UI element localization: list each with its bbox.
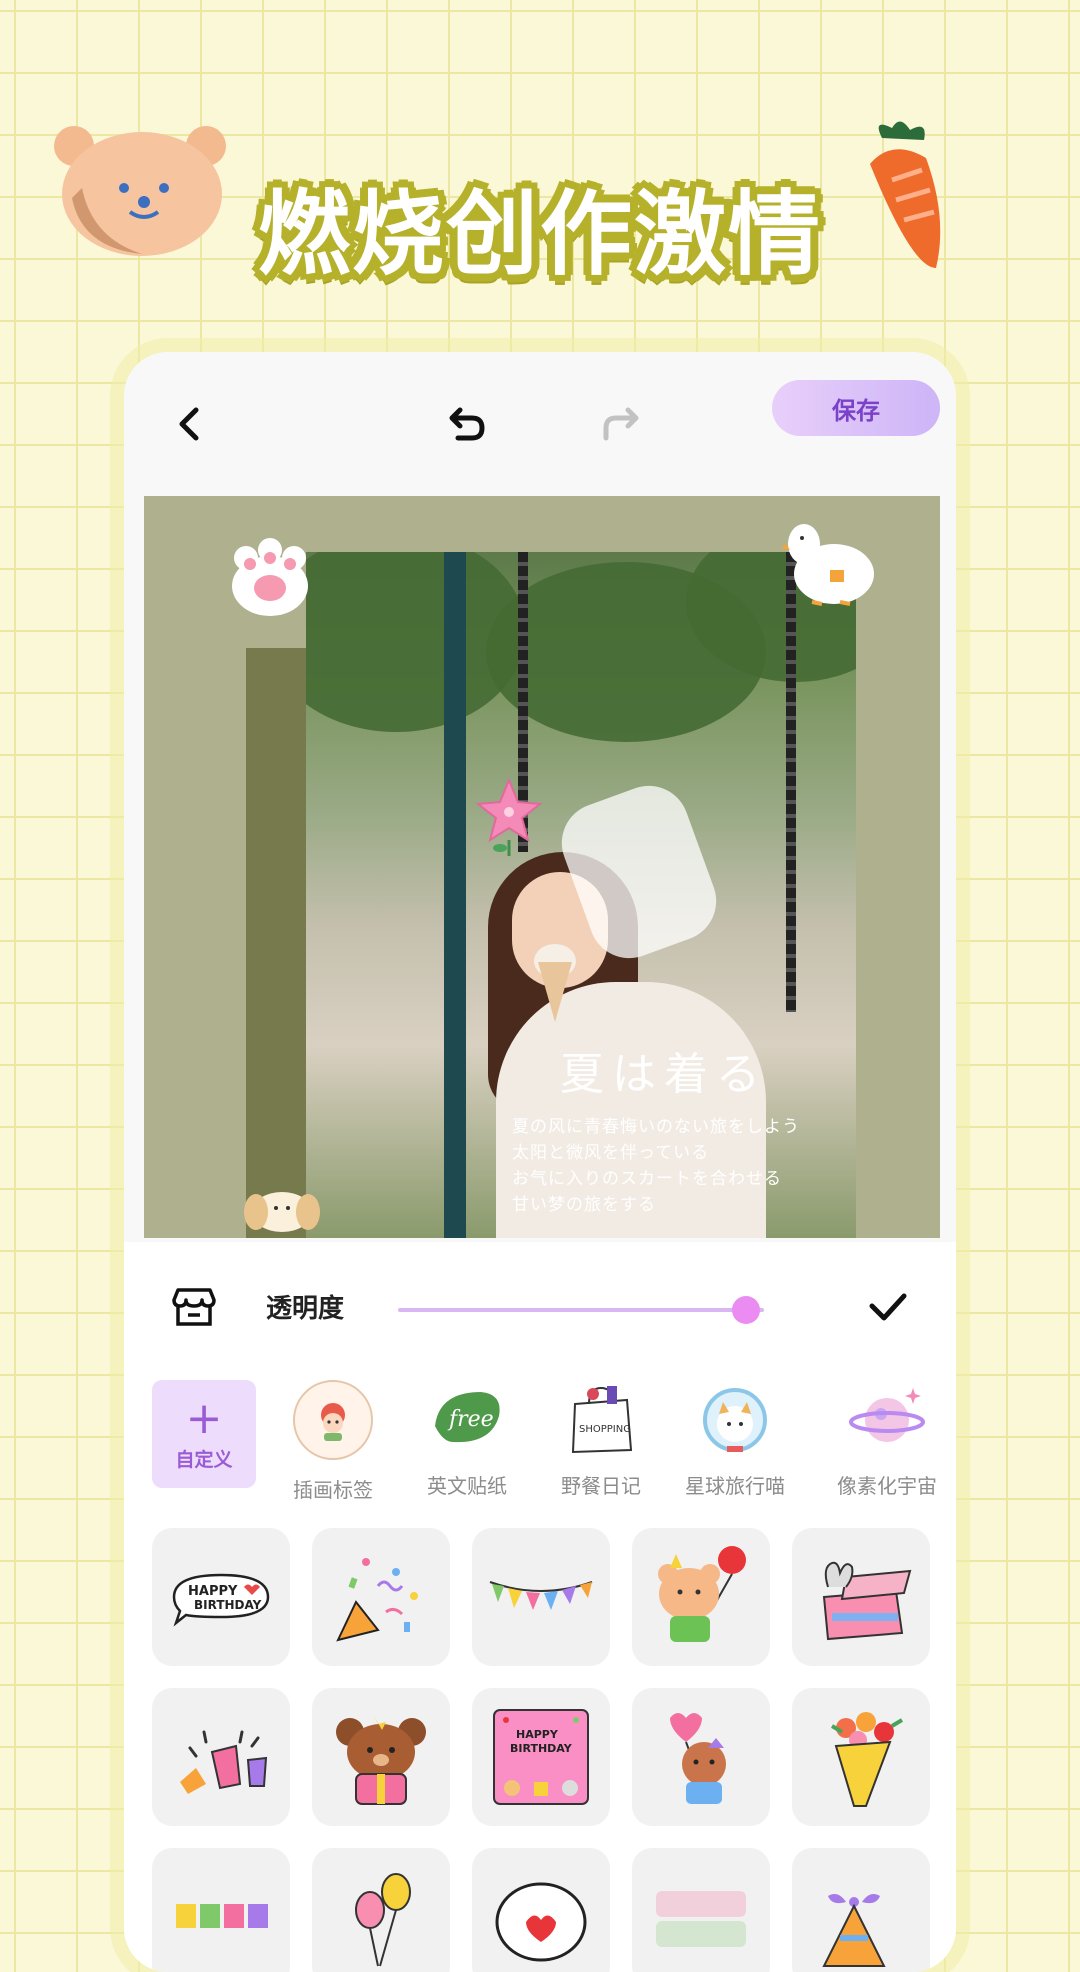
svg-text:HAPPY: HAPPY <box>188 1584 238 1599</box>
photo-layer[interactable]: 夏は着る 夏の风に青春悔いのない旅をしよう 太阳と微风を伴っている お气に入りの… <box>306 552 856 1238</box>
category-label: 像素化宇宙 <box>837 1474 937 1498</box>
svg-text:SHOPPING: SHOPPING <box>579 1424 631 1435</box>
redo-button[interactable] <box>590 392 654 456</box>
category-label: 星球旅行喵 <box>685 1474 785 1498</box>
swing-chain <box>786 552 796 1012</box>
plus-icon: + <box>185 1392 223 1444</box>
duck-icon[interactable] <box>782 518 878 610</box>
category-label: 英文贴纸 <box>427 1474 507 1498</box>
category-label: 野餐日记 <box>561 1474 641 1498</box>
sticker-panel: 透明度 + 自定义 插画标签 free 英文贴纸 SHOPPING 野餐日记 星… <box>124 1242 956 1972</box>
svg-text:BIRTHDAY: BIRTHDAY <box>510 1742 573 1755</box>
promo-banner-title: 燃烧创作激情 <box>257 181 822 288</box>
shopping-bag-icon: SHOPPING <box>563 1380 639 1456</box>
sticker-item[interactable] <box>152 1688 290 1826</box>
sticker-shop-icon[interactable] <box>170 1282 218 1330</box>
confetti-icon <box>336 1558 418 1642</box>
swing-pole <box>444 552 466 1238</box>
poster-text-line[interactable]: 夏の风に青春悔いのない旅をしよう <box>512 1112 800 1137</box>
undo-icon <box>449 407 485 441</box>
poster-text-line[interactable]: 甘い梦の旅をする <box>512 1190 656 1215</box>
dog-heart-balloon-icon <box>670 1713 726 1804</box>
sticker-item[interactable] <box>792 1528 930 1666</box>
sticker-item[interactable] <box>472 1528 610 1666</box>
chevron-left-icon <box>179 407 199 441</box>
check-icon[interactable] <box>864 1282 912 1330</box>
editor-canvas: 夏は着る 夏の风に青春悔いのない旅をしよう 太阳と微风を伴っている お气に入りの… <box>124 482 956 1242</box>
phone-mockup: 保存 夏は着る 夏の风に青春悔いのない旅をしよう 太阳と微风を伴っている お气に… <box>124 352 956 1972</box>
sticker-item[interactable]: HAPPY BIRTHDAY <box>152 1528 290 1666</box>
sticker-item[interactable] <box>472 1848 610 1972</box>
poster-title-text[interactable]: 夏は着る <box>560 1038 768 1102</box>
sticker-item[interactable] <box>152 1848 290 1972</box>
undo-button[interactable] <box>434 392 498 456</box>
back-button[interactable] <box>158 392 222 456</box>
astronaut-cat-icon <box>697 1380 773 1456</box>
sticker-item[interactable] <box>632 1528 770 1666</box>
sticker-item[interactable] <box>632 1848 770 1972</box>
sticker-item[interactable] <box>312 1688 450 1826</box>
custom-category-label: 自定义 <box>175 1448 233 1471</box>
birthday-text-icon <box>176 1904 268 1928</box>
save-button[interactable]: 保存 <box>772 380 940 436</box>
poster-text-line[interactable]: 太阳と微风を伴っている <box>512 1138 709 1163</box>
category-tab[interactable]: 星球旅行喵 <box>670 1380 800 1499</box>
happy-birthday-bubble-icon: HAPPYBIRTHDAY <box>172 1573 270 1627</box>
category-tab[interactable]: 插画标签 <box>268 1380 398 1503</box>
editor-toolbar: 保存 <box>124 352 956 482</box>
balloons-icon <box>355 1873 411 1967</box>
heart-speech-icon <box>495 1882 587 1962</box>
bunny-gift-box-icon <box>822 1561 912 1641</box>
illustration-tag-icon <box>293 1380 373 1460</box>
category-tab[interactable]: SHOPPING 野餐日记 <box>536 1380 666 1499</box>
sticker-item[interactable]: HAPPY BIRTHDAY <box>472 1688 610 1826</box>
category-label: 插画标签 <box>293 1478 373 1502</box>
opacity-label: 透明度 <box>266 1294 345 1324</box>
free-leaf-icon: free <box>429 1380 505 1456</box>
bunny-icon[interactable] <box>244 1176 320 1232</box>
redo-icon <box>603 407 639 441</box>
party-hat-icon <box>822 1894 886 1967</box>
poster-text-line[interactable]: お气に入りのスカートを合わせる <box>512 1164 782 1189</box>
category-tab[interactable]: 像素化宇宙 <box>822 1380 952 1499</box>
bunting-icon <box>489 1581 593 1610</box>
sticker-item[interactable] <box>312 1848 450 1972</box>
custom-category-button[interactable]: + 自定义 <box>152 1380 256 1488</box>
happy-birth-text-icon <box>656 1891 746 1947</box>
paw-icon[interactable] <box>228 538 312 618</box>
opacity-slider-track[interactable] <box>398 1308 764 1312</box>
flower-icon[interactable] <box>474 776 544 858</box>
poster-frame[interactable]: 夏は着る 夏の风に青春悔いのない旅をしよう 太阳と微风を伴っている お气に入りの… <box>144 496 940 1238</box>
svg-text:HAPPY: HAPPY <box>516 1728 559 1741</box>
sticker-category-bar: + 自定义 插画标签 free 英文贴纸 SHOPPING 野餐日记 星球旅行喵… <box>124 1380 956 1503</box>
sticker-item[interactable] <box>312 1528 450 1666</box>
planet-icon <box>849 1380 925 1456</box>
birthday-card-icon: HAPPYBIRTHDAY <box>493 1709 589 1805</box>
bear-gift-icon <box>336 1716 426 1805</box>
svg-text:BIRTHDAY: BIRTHDAY <box>194 1598 262 1612</box>
sticker-item[interactable] <box>792 1848 930 1972</box>
party-poppers-icon <box>180 1730 268 1794</box>
category-tab[interactable]: free 英文贴纸 <box>402 1380 532 1499</box>
sticker-item[interactable] <box>792 1688 930 1826</box>
sticker-item[interactable] <box>632 1688 770 1826</box>
bear-balloon-icon <box>658 1546 746 1642</box>
svg-text:free: free <box>447 1407 494 1432</box>
flower-bouquet-icon <box>830 1712 904 1807</box>
opacity-slider-thumb[interactable] <box>731 1296 760 1324</box>
frame-accent-bar <box>246 648 306 1238</box>
